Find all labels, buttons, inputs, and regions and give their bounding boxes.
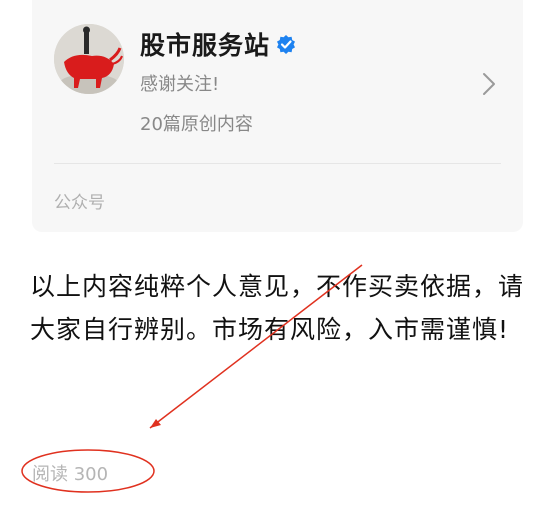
card-divider xyxy=(54,163,501,164)
chevron-right-icon[interactable] xyxy=(481,70,497,98)
read-count: 阅读 300 xyxy=(32,464,109,485)
account-card[interactable]: 股市服务站 感谢关注! 20篇原创内容 公众号 xyxy=(32,0,523,232)
account-subtitle: 感谢关注! xyxy=(140,74,220,95)
original-article-count: 20篇原创内容 xyxy=(140,114,253,135)
account-avatar xyxy=(54,24,124,94)
verified-badge-icon xyxy=(277,35,296,54)
annotation-arrow-head xyxy=(150,419,161,428)
account-type-label: 公众号 xyxy=(54,193,105,213)
account-name: 股市服务站 xyxy=(140,31,271,60)
article-closing-paragraph: 以上内容纯粹个人意见，不作买卖依据，请大家自行辨别。市场有风险，入市需谨慎! xyxy=(30,272,525,344)
